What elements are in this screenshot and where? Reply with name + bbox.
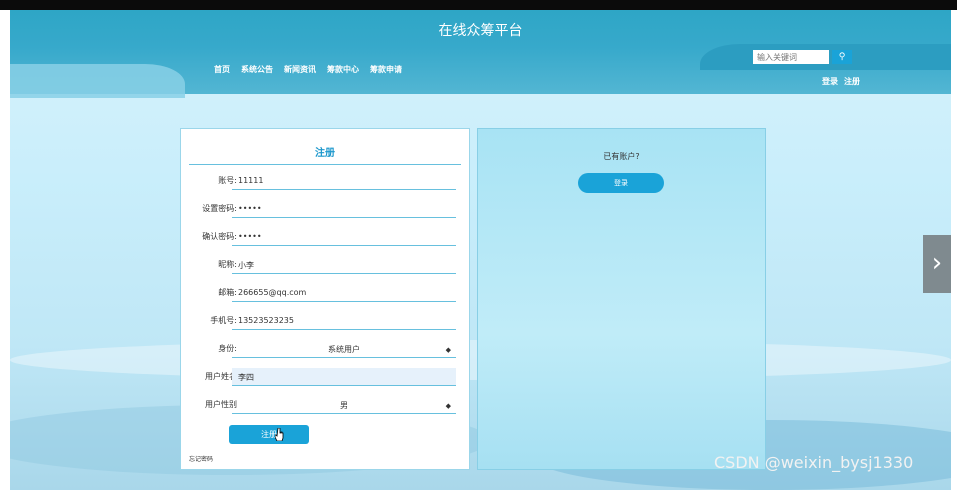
form-row-phone: 手机号: 13523523235 <box>181 312 469 332</box>
form-row-confirm-password: 确认密码: ••••• <box>181 228 469 248</box>
gender-select[interactable]: 男 <box>232 396 456 414</box>
phone-input[interactable]: 13523523235 <box>232 312 456 330</box>
register-title: 注册 <box>189 144 461 165</box>
form-row-account: 账号: 11111 <box>181 172 469 192</box>
site-title: 在线众筹平台 <box>438 23 523 39</box>
account-input[interactable]: 11111 <box>232 172 456 190</box>
header-login-link[interactable]: 登录 <box>822 76 838 87</box>
confirm-password-input[interactable]: ••••• <box>232 228 456 246</box>
form-row-real-name: 用户姓名 李四 <box>181 368 469 388</box>
window-top-border <box>0 0 957 10</box>
nickname-input[interactable]: 小李 <box>232 256 456 274</box>
hand-cursor-icon <box>275 428 284 441</box>
have-account-text: 已有账户? <box>603 152 640 161</box>
nav-item-home[interactable]: 首页 <box>214 64 230 75</box>
search-button[interactable]: ⚲ <box>832 50 852 64</box>
nav-item-announcements[interactable]: 系统公告 <box>241 64 273 75</box>
nav-item-fundraising-apply[interactable]: 筹款申请 <box>370 64 402 75</box>
search-icon: ⚲ <box>838 52 846 62</box>
form-row-email: 邮箱: 266655@qq.com <box>181 284 469 304</box>
password-input[interactable]: ••••• <box>232 200 456 218</box>
nav-item-fundraising-center[interactable]: 筹款中心 <box>327 64 359 75</box>
forgot-password-link[interactable]: 忘记密码 <box>189 454 213 463</box>
login-prompt-panel: 已有账户? 登录 <box>477 128 766 470</box>
nav-item-news[interactable]: 新闻资讯 <box>284 64 316 75</box>
real-name-input[interactable]: 李四 <box>232 368 456 386</box>
site-header: 在线众筹平台 首页 系统公告 新闻资讯 筹款中心 筹款申请 ⚲ 登录 注册 <box>10 10 951 98</box>
header-register-link[interactable]: 注册 <box>844 76 860 87</box>
header-decoration <box>10 64 185 98</box>
form-row-nickname: 昵称: 小李 <box>181 256 469 276</box>
watermark: CSDN @weixin_bysj1330 <box>714 453 914 472</box>
auth-links: 登录 注册 <box>822 76 860 87</box>
next-slide-button[interactable]: › <box>923 235 951 293</box>
form-row-gender: 用户性别 男 ◆ <box>181 396 469 416</box>
role-select[interactable]: 系统用户 <box>232 340 456 358</box>
page-frame: 在线众筹平台 首页 系统公告 新闻资讯 筹款中心 筹款申请 ⚲ 登录 注册 注册… <box>10 10 951 490</box>
login-button[interactable]: 登录 <box>578 173 664 193</box>
form-row-role: 身份: 系统用户 ◆ <box>181 340 469 360</box>
search-input[interactable] <box>753 50 829 64</box>
chevron-updown-icon: ◆ <box>445 346 451 354</box>
form-row-password: 设置密码: ••••• <box>181 200 469 220</box>
register-button[interactable]: 注册 <box>229 425 309 444</box>
chevron-updown-icon: ◆ <box>445 402 451 410</box>
main-nav: 首页 系统公告 新闻资讯 筹款中心 筹款申请 <box>214 64 402 75</box>
register-panel: 注册 账号: 11111 设置密码: ••••• 确认密码: ••••• 昵称:… <box>180 128 470 470</box>
email-input[interactable]: 266655@qq.com <box>232 284 456 302</box>
chevron-right-icon: › <box>931 248 943 278</box>
